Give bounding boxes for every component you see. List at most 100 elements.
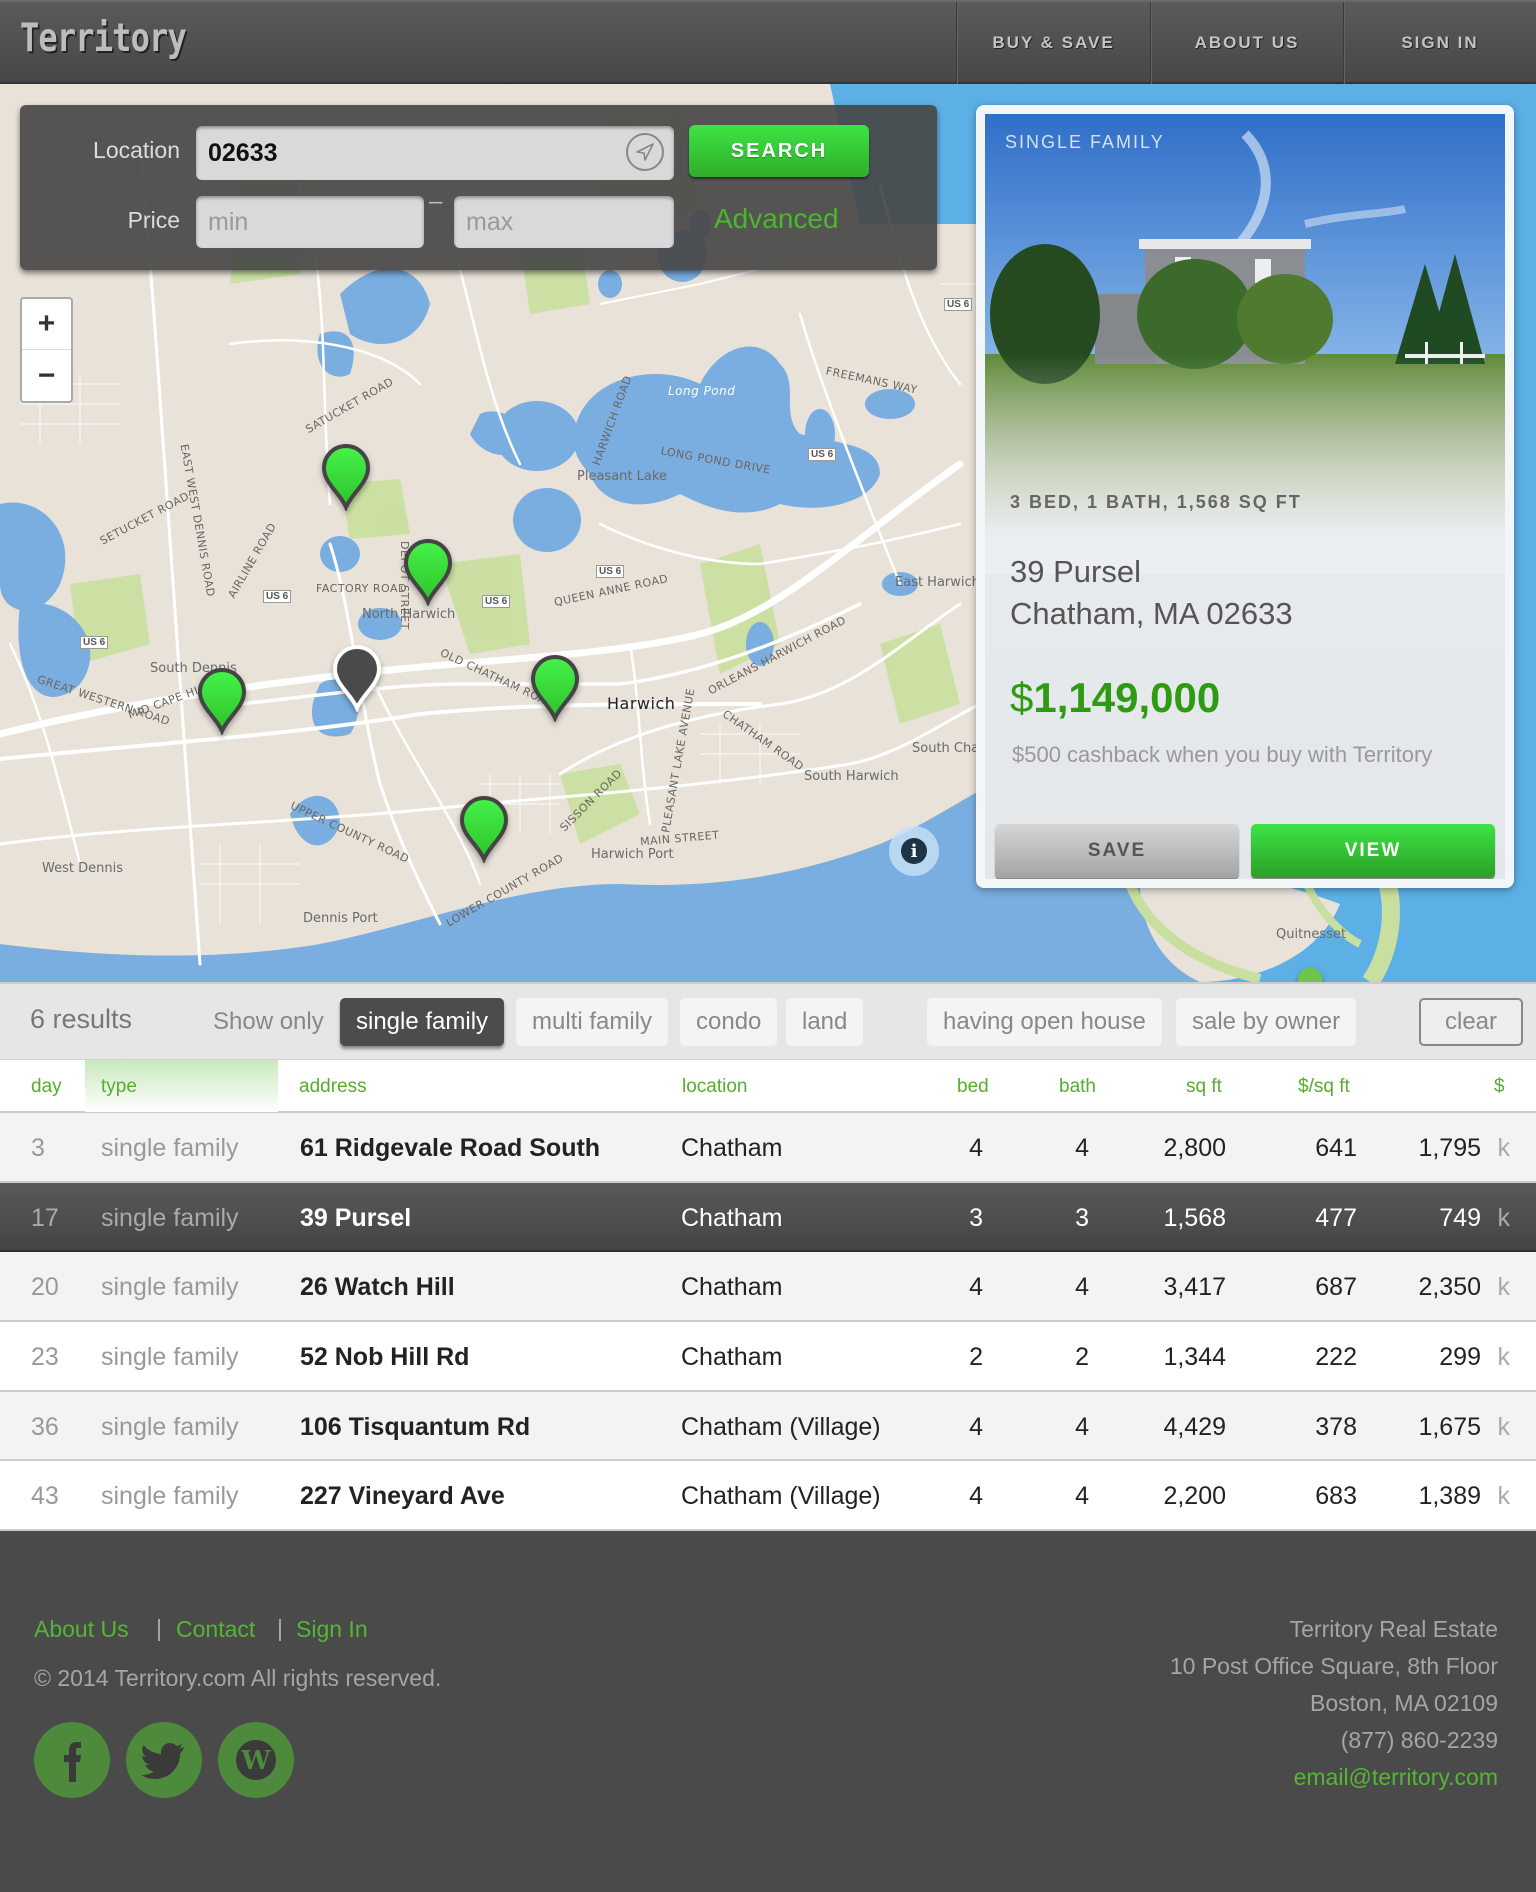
map[interactable]: Harwich North Harwich South Dennis West … [0,84,1536,982]
map-marker[interactable] [1295,966,1325,982]
col-address[interactable]: address [299,1076,367,1098]
show-only-label: Show only [213,1008,324,1035]
company-name: Territory Real Estate [1289,1616,1498,1642]
search-panel: Location SEARCH Price – Advanced [20,105,937,270]
map-info-button[interactable]: i [889,826,939,876]
cell-address: 39 Pursel [300,1203,412,1232]
zoom-control: + − [20,297,73,403]
col-sqft[interactable]: sq ft [1186,1076,1222,1098]
map-place-label: South Dennis [150,661,237,676]
highway-shield: US 6 [808,448,837,461]
col-price-per-sqft[interactable]: $/sq ft [1298,1076,1350,1098]
view-button[interactable]: VIEW [1251,824,1495,878]
twitter-button[interactable] [126,1722,202,1798]
map-marker[interactable] [458,795,510,865]
search-button[interactable]: SEARCH [689,125,869,177]
company-email-link[interactable]: email@territory.com [1294,1764,1498,1791]
map-marker-selected[interactable] [331,644,383,714]
col-location[interactable]: location [682,1076,748,1098]
table-row[interactable]: 43 single family 227 Vineyard Ave Chatham (… [0,1461,1536,1532]
map-place-label: Pleasant Lake [577,469,667,484]
cell-price-per-sqft: 641 [1315,1134,1357,1162]
map-marker[interactable] [196,667,248,737]
col-day[interactable]: day [31,1076,62,1098]
nav-sign-in[interactable]: SIGN IN [1343,2,1536,84]
table-row[interactable]: 23 single family 52 Nob Hill Rd Chatham 2 2 1,… [0,1322,1536,1392]
map-marker[interactable] [320,443,372,513]
col-price[interactable]: $ [1494,1076,1505,1098]
property-address-line2: Chatham, MA 02633 [1010,596,1293,631]
company-phone: (877) 860-2239 [1340,1727,1498,1753]
cell-sqft: 1,344 [1163,1343,1226,1372]
cell-sqft: 1,568 [1163,1203,1226,1232]
zoom-in-button[interactable]: + [22,299,71,350]
cell-location: Chatham (Village) [681,1482,881,1511]
location-input[interactable] [196,126,674,180]
price-max-input[interactable] [454,196,674,248]
cell-bed: 4 [969,1273,983,1302]
facebook-button[interactable] [34,1722,110,1798]
cashback-note: $500 cashback when you buy with Territor… [1012,742,1433,767]
cell-address: 26 Watch Hill [300,1273,455,1302]
filter-land[interactable]: land [786,998,864,1046]
filter-sale-by-owner[interactable]: sale by owner [1176,998,1357,1046]
property-card: SINGLE FAMILY 3 BED, 1 BATH, 1,568 SQ FT… [976,105,1514,888]
property-type-label: SINGLE FAMILY [1005,132,1165,152]
map-marker[interactable] [402,538,454,608]
top-nav-bar: Territory BUY & SAVE ABOUT US SIGN IN [0,0,1536,84]
svg-text:W: W [240,1746,271,1776]
filter-condo[interactable]: condo [680,998,778,1046]
highway-shield: US 6 [944,298,973,311]
filter-open-house[interactable]: having open house [927,998,1162,1046]
cell-sqft: 4,429 [1163,1412,1226,1441]
property-price: $1,149,000 [1010,674,1220,722]
wordpress-button[interactable]: W [218,1722,294,1798]
cell-price-unit: k [1497,1343,1511,1372]
cell-price-per-sqft: 222 [1315,1343,1357,1372]
cell-sqft: 2,200 [1163,1482,1226,1511]
footer-signin-link[interactable]: Sign In [296,1616,368,1643]
cell-type: single family [101,1412,239,1441]
nav-buy-save[interactable]: BUY & SAVE [956,2,1150,84]
table-row-selected[interactable]: 17 single family 39 Pursel Chatham 3 3 1,568 47… [0,1182,1536,1253]
map-place-label: West Dennis [42,861,123,876]
company-address1: 10 Post Office Square, 8th Floor [1169,1653,1498,1679]
logo[interactable]: Territory [20,16,187,61]
twitter-icon [142,1743,184,1779]
highway-shield: US 6 [482,595,511,608]
price-min-input[interactable] [196,196,424,248]
col-bath[interactable]: bath [1059,1076,1096,1098]
price-separator: – [429,188,443,215]
filter-multi-family[interactable]: multi family [516,998,669,1046]
cell-location: Chatham [681,1273,783,1302]
company-address2: Boston, MA 02109 [1310,1690,1498,1716]
save-button[interactable]: SAVE [995,824,1239,878]
cell-price: 1,675 [1418,1412,1481,1441]
cell-bath: 4 [1075,1412,1089,1441]
filter-single-family[interactable]: single family [340,998,505,1046]
cell-price: 2,350 [1418,1273,1481,1302]
col-type[interactable]: type [101,1076,137,1098]
map-place-label: North Harwich [362,607,456,622]
col-bed[interactable]: bed [957,1076,989,1098]
cell-bath: 4 [1075,1273,1089,1302]
advanced-search-link[interactable]: Advanced [714,203,839,235]
footer: About Us | Contact | Sign In © 2014 Terr… [0,1533,1536,1892]
clear-filters-button[interactable]: clear [1419,998,1523,1046]
cell-price-unit: k [1497,1482,1511,1511]
table-row[interactable]: 36 single family 106 Tisquantum Rd Chatham … [0,1391,1536,1462]
table-row[interactable]: 3 single family 61 Ridgevale Road South Cha… [0,1113,1536,1183]
property-address-line1: 39 Pursel [1010,554,1141,589]
cell-sqft: 2,800 [1163,1134,1226,1162]
locate-icon[interactable] [626,133,664,171]
footer-contact-link[interactable]: Contact [176,1616,255,1643]
results-table: day type address location bed bath sq ft… [0,1060,1536,1532]
map-place-label: Harwich Port [591,847,674,862]
zoom-out-button[interactable]: − [22,350,71,401]
cell-type: single family [101,1273,239,1302]
table-row[interactable]: 20 single family 26 Watch Hill Chatham 4 4 3,4… [0,1252,1536,1323]
cell-type: single family [101,1482,239,1511]
map-marker[interactable] [529,654,581,724]
nav-about-us[interactable]: ABOUT US [1150,2,1343,84]
footer-about-link[interactable]: About Us [34,1616,129,1643]
